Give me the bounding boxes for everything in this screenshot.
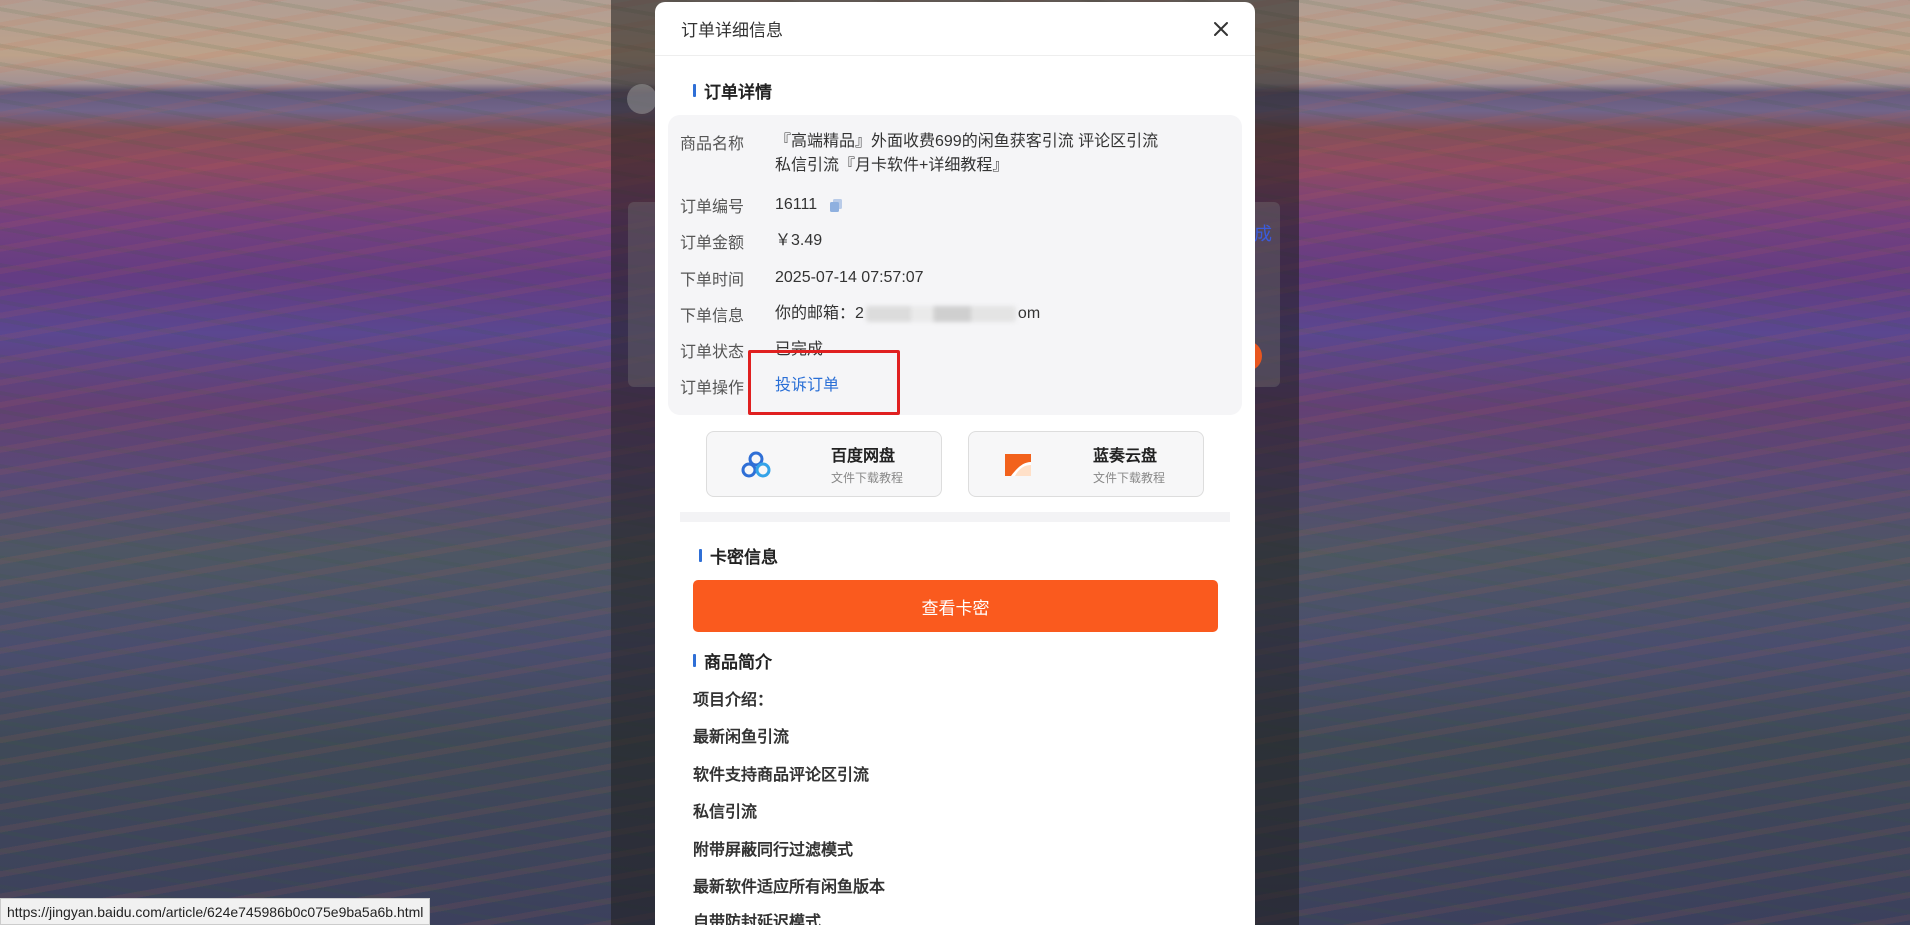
email-visible-start: 2 <box>855 305 864 322</box>
intro-line: 自带防封延迟模式 <box>693 914 822 925</box>
email-visible-end: om <box>1017 305 1041 322</box>
section-accent-bar <box>699 549 702 562</box>
card-section-title-text: 卡密信息 <box>710 548 778 567</box>
order-amount-row: 订单金额 ￥3.49 <box>680 229 822 253</box>
intro-line: 最新软件适应所有闲鱼版本 <box>693 879 886 896</box>
order-time-value: 2025-07-14 07:57:07 <box>775 269 924 286</box>
intro-line: 最新闲鱼引流 <box>693 729 790 746</box>
intro-section-title: 商品简介 <box>693 648 772 673</box>
intro-section-title-text: 商品简介 <box>704 653 772 672</box>
baidu-netdisk-sub: 文件下载教程 <box>831 471 904 485</box>
baidu-netdisk-icon <box>741 451 771 478</box>
intro-line: 项目介绍： <box>693 692 774 709</box>
order-section-title: 订单详情 <box>693 78 772 103</box>
modal-header: 订单详细信息 <box>655 2 1255 56</box>
intro-line: 私信引流 <box>693 804 758 821</box>
modal-title: 订单详细信息 <box>681 21 783 40</box>
order-number-label: 订单编号 <box>680 199 745 216</box>
product-name-row: 商品名称 『高端精品』外面收费699的闲鱼获客引流 评论区引流 私信引流『月卡软… <box>680 130 1158 178</box>
close-button[interactable] <box>1209 17 1233 41</box>
order-info-row: 下单信息 你的邮箱：2 om <box>680 302 1040 326</box>
order-info-value: 你的邮箱：2 om <box>775 302 1040 326</box>
baidu-netdisk-card[interactable]: 百度网盘 文件下载教程 <box>706 431 942 497</box>
background-search-icon <box>627 84 657 114</box>
order-info-label: 下单信息 <box>680 308 745 325</box>
lanzou-cloud-sub: 文件下载教程 <box>1093 471 1166 485</box>
email-prefix: 你的邮箱： <box>775 305 856 322</box>
product-name-line1: 『高端精品』外面收费699的闲鱼获客引流 评论区引流 <box>775 133 1159 150</box>
order-section-title-text: 订单详情 <box>704 83 772 102</box>
baidu-netdisk-name: 百度网盘 <box>831 448 896 465</box>
order-amount-value: ￥3.49 <box>775 232 823 249</box>
intro-line: 软件支持商品评论区引流 <box>693 767 870 784</box>
status-bar-url: https://jingyan.baidu.com/article/624e74… <box>0 898 431 925</box>
order-number-value: 16111 <box>775 193 844 217</box>
order-number-row: 订单编号 16111 <box>680 193 844 217</box>
product-name-value: 『高端精品』外面收费699的闲鱼获客引流 评论区引流 私信引流『月卡软件+详细教… <box>775 130 1158 178</box>
order-time-label: 下单时间 <box>680 272 745 289</box>
order-time-row: 下单时间 2025-07-14 07:57:07 <box>680 266 924 290</box>
close-icon <box>1214 21 1228 36</box>
lanzou-cloud-name: 蓝奏云盘 <box>1093 448 1158 465</box>
card-section-title: 卡密信息 <box>699 543 778 568</box>
red-highlight-box <box>748 350 900 415</box>
section-accent-bar <box>693 84 696 97</box>
intro-line: 附带屏蔽同行过滤模式 <box>693 842 854 859</box>
order-number-text: 16111 <box>775 196 818 213</box>
lanzou-cloud-icon <box>1005 454 1031 476</box>
order-amount-label: 订单金额 <box>680 235 745 252</box>
product-name-label: 商品名称 <box>680 136 745 153</box>
product-name-line2: 私信引流『月卡软件+详细教程』 <box>775 157 1009 174</box>
lanzou-cloud-card[interactable]: 蓝奏云盘 文件下载教程 <box>968 431 1204 497</box>
section-divider <box>680 512 1230 522</box>
redacted-email <box>865 305 1016 322</box>
background-status-text: 成 <box>1254 224 1272 244</box>
section-accent-bar <box>693 654 696 667</box>
copy-icon[interactable] <box>828 197 844 213</box>
view-card-key-button[interactable]: 查看卡密 <box>693 580 1218 632</box>
order-detail-modal: 订单详细信息 订单详情 商品名称 『高端精品』外面收费699的闲鱼获客引流 评论… <box>655 2 1255 925</box>
